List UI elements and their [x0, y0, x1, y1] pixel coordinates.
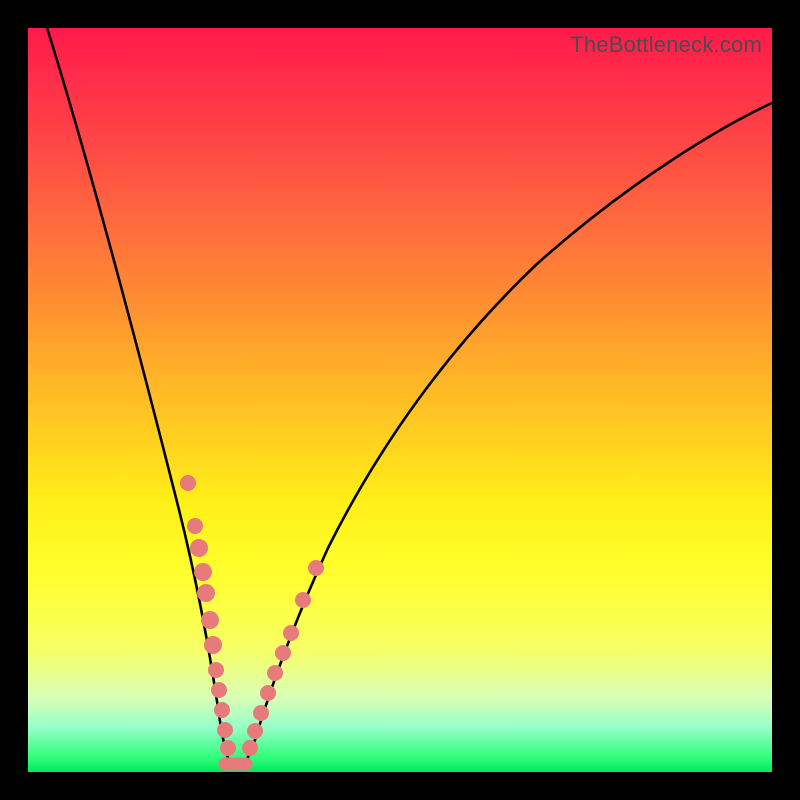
marker-dot: [201, 611, 219, 629]
marker-dot: [247, 723, 263, 739]
marker-group: [180, 475, 324, 764]
marker-dot: [208, 662, 224, 678]
marker-dot: [180, 475, 196, 491]
bottleneck-curve: [44, 18, 772, 768]
marker-dot: [295, 592, 311, 608]
marker-dot: [214, 702, 230, 718]
marker-dot: [211, 682, 227, 698]
marker-dot: [187, 518, 203, 534]
plot-area: TheBottleneck.com: [28, 28, 772, 772]
chart-svg: [28, 28, 772, 772]
marker-dot: [217, 722, 233, 738]
marker-dot: [242, 740, 258, 756]
marker-dot: [204, 636, 222, 654]
marker-dot: [220, 740, 236, 756]
marker-dot: [283, 625, 299, 641]
marker-dot: [308, 560, 324, 576]
marker-dot: [275, 645, 291, 661]
marker-dot: [253, 705, 269, 721]
marker-dot: [194, 563, 212, 581]
marker-dot: [260, 685, 276, 701]
marker-dot: [197, 584, 215, 602]
marker-dot: [267, 665, 283, 681]
chart-frame: TheBottleneck.com: [0, 0, 800, 800]
marker-dot: [190, 539, 208, 557]
